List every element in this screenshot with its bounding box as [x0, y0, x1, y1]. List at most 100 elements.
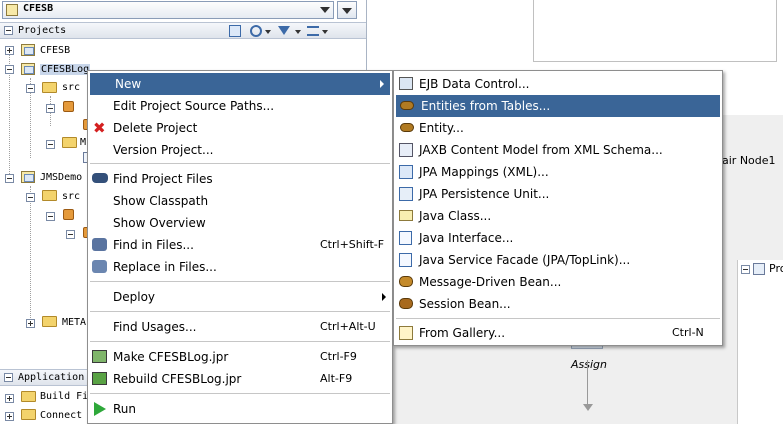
menu-item-version-project[interactable]: Version Project...	[88, 139, 392, 161]
package-icon	[63, 101, 74, 112]
folder-icon	[21, 409, 36, 420]
application-icon	[6, 4, 18, 16]
menu-item-run[interactable]: Run	[88, 398, 392, 420]
folder-icon	[42, 190, 57, 201]
menu-item-make[interactable]: Make CFESBLog.jpr Ctrl-F9	[88, 346, 392, 368]
collapse-icon[interactable]	[46, 212, 55, 221]
submenu-item-message-driven-bean[interactable]: Message-Driven Bean...	[394, 271, 722, 293]
delete-x-icon: ✖	[93, 119, 106, 137]
collapse-icon[interactable]	[46, 104, 55, 113]
menu-item-show-classpath[interactable]: Show Classpath	[88, 190, 392, 212]
menu-item-rebuild[interactable]: Rebuild CFESBLog.jpr Alt-F9	[88, 368, 392, 390]
chevron-down-icon[interactable]	[322, 30, 328, 34]
make-icon	[92, 350, 107, 363]
menu-item-deploy[interactable]: Deploy	[88, 286, 392, 308]
project-context-menu: New Edit Project Source Paths... ✖ Delet…	[87, 70, 393, 424]
chevron-down-icon[interactable]	[320, 7, 330, 13]
collapse-panel-icon[interactable]	[4, 26, 13, 35]
binoculars-icon	[92, 173, 108, 183]
rebuild-icon	[92, 372, 107, 385]
folder-icon	[62, 137, 77, 148]
submenu-arrow-icon	[380, 80, 384, 88]
jpa-mappings-icon	[399, 165, 413, 179]
run-icon	[94, 402, 106, 416]
submenu-item-ejb-data-control[interactable]: EJB Data Control...	[394, 73, 722, 95]
tree-node-src-2[interactable]: src	[62, 191, 80, 202]
diagram-lane	[737, 260, 783, 424]
collapse-icon[interactable]	[26, 193, 35, 202]
persistence-unit-icon	[399, 187, 413, 201]
submenu-item-session-bean[interactable]: Session Bean...	[394, 293, 722, 315]
project-icon	[21, 44, 35, 56]
collapse-icon[interactable]	[741, 265, 750, 274]
collapse-icon[interactable]	[26, 84, 35, 93]
tree-node-cfesb[interactable]: CFESB	[40, 45, 70, 56]
tree-node-meta[interactable]: META	[62, 317, 86, 328]
project-icon	[21, 63, 35, 75]
flow-connector	[587, 360, 588, 406]
submenu-item-jpa-persistence-unit[interactable]: JPA Persistence Unit...	[394, 183, 722, 205]
expand-icon[interactable]	[5, 394, 14, 403]
menu-item-show-overview[interactable]: Show Overview	[88, 212, 392, 234]
tree-node-m-folder[interactable]: M	[80, 137, 86, 148]
expand-icon[interactable]	[5, 46, 14, 55]
java-interface-icon	[399, 231, 412, 245]
submenu-item-java-service-facade[interactable]: Java Service Facade (JPA/TopLink)...	[394, 249, 722, 271]
submenu-item-java-interface[interactable]: Java Interface...	[394, 227, 722, 249]
folder-icon	[42, 82, 57, 93]
submenu-item-from-gallery[interactable]: From Gallery... Ctrl-N	[394, 322, 722, 344]
collapse-icon[interactable]	[5, 65, 14, 74]
expand-icon[interactable]	[5, 412, 14, 421]
submenu-item-java-class[interactable]: Java Class...	[394, 205, 722, 227]
submenu-arrow-icon	[382, 293, 386, 301]
ejb-data-control-icon	[399, 77, 413, 90]
submenu-item-jaxb-content-model[interactable]: JAXB Content Model from XML Schema...	[394, 139, 722, 161]
session-bean-icon	[399, 298, 413, 309]
sort-icon[interactable]	[307, 26, 319, 36]
menu-item-find-usages[interactable]: Find Usages... Ctrl+Alt-U	[88, 316, 392, 338]
new-submenu: EJB Data Control... Entities from Tables…	[393, 70, 723, 346]
arrow-down-icon	[583, 404, 593, 411]
tree-node-connections[interactable]: Connect	[40, 410, 82, 421]
refresh-icon[interactable]	[250, 25, 262, 37]
collapse-panel-icon[interactable]	[4, 373, 13, 382]
message-driven-bean-icon	[399, 276, 413, 287]
process-label: Pro	[769, 262, 783, 275]
package-icon	[63, 209, 74, 220]
menu-item-find-in-files[interactable]: Find in Files... Ctrl+Shift-F	[88, 234, 392, 256]
diagram-node-box[interactable]	[533, 0, 777, 62]
application-resources-title: Application	[18, 372, 85, 383]
application-menu-button[interactable]	[337, 1, 357, 19]
menu-item-delete-project[interactable]: ✖ Delete Project	[88, 117, 392, 139]
java-class-icon	[399, 210, 413, 221]
submenu-item-jpa-mappings[interactable]: JPA Mappings (XML)...	[394, 161, 722, 183]
tree-node-jmsdemo[interactable]: JMSDemo	[40, 172, 82, 183]
collapse-icon[interactable]	[46, 140, 55, 149]
node-label: air Node1	[722, 154, 776, 167]
projects-panel-title: Projects	[18, 25, 67, 36]
tree-node-build-files[interactable]: Build Fi	[40, 391, 88, 402]
menu-item-find-project-files[interactable]: Find Project Files	[88, 168, 392, 190]
submenu-item-entities-from-tables[interactable]: Entities from Tables...	[396, 95, 720, 117]
application-combo[interactable]: CFESB	[2, 1, 334, 19]
project-properties-icon[interactable]	[229, 25, 241, 37]
submenu-item-entity[interactable]: Entity...	[394, 117, 722, 139]
collapse-icon[interactable]	[66, 230, 75, 239]
expand-icon[interactable]	[26, 319, 35, 328]
filter-icon[interactable]	[278, 26, 290, 35]
menu-item-replace-in-files[interactable]: Replace in Files...	[88, 256, 392, 278]
entity-bean-icon	[400, 101, 414, 110]
service-facade-icon	[399, 253, 412, 267]
menu-item-edit-project-source-paths[interactable]: Edit Project Source Paths...	[88, 95, 392, 117]
replace-in-files-icon	[92, 260, 107, 273]
collapse-icon[interactable]	[5, 174, 14, 183]
chevron-down-icon[interactable]	[295, 30, 301, 34]
chevron-down-icon[interactable]	[265, 30, 271, 34]
tree-node-src[interactable]: src	[62, 82, 80, 93]
folder-icon	[21, 391, 36, 402]
find-in-files-icon	[92, 238, 107, 251]
tree-node-cfesblog[interactable]: CFESBLog	[40, 64, 91, 75]
gallery-icon	[399, 326, 413, 340]
menu-item-new[interactable]: New	[90, 73, 390, 95]
projects-panel-header[interactable]: Projects	[0, 22, 366, 39]
